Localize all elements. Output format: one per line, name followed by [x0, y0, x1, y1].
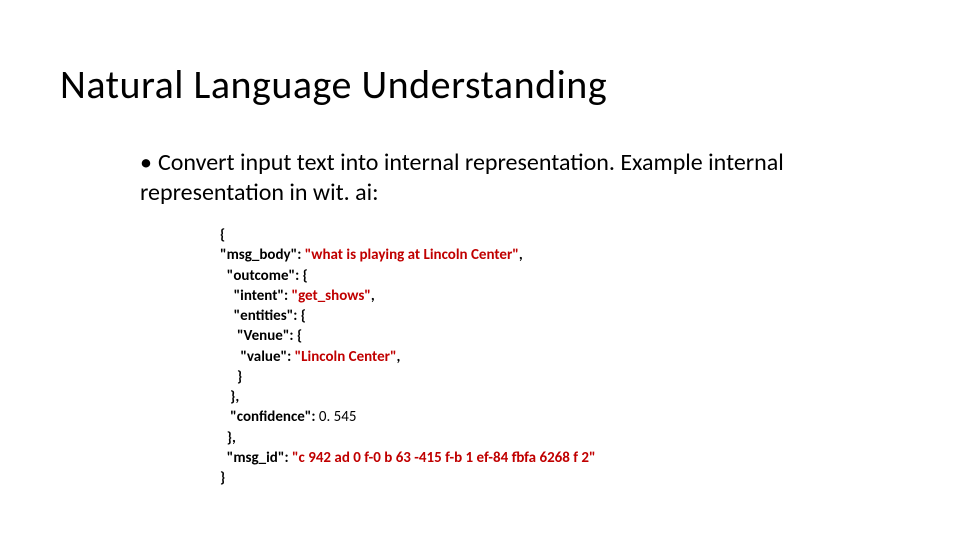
code-line: "Venue": { — [220, 327, 302, 345]
code-line: "entities": { — [220, 307, 306, 325]
code-string: "Lincoln Center" — [295, 348, 397, 366]
code-line: } — [220, 469, 225, 487]
code-string: "c 942 ad 0 f-0 b 63 -415 f-b 1 ef-84 fb… — [292, 449, 596, 467]
code-string: "what is playing at Lincoln Center" — [305, 246, 519, 264]
code-block: { "msg_body": "what is playing at Lincol… — [220, 225, 596, 488]
code-key: "confidence": — [220, 408, 319, 426]
bullet-text: Convert input text into internal represe… — [140, 148, 784, 207]
code-key: "value": — [220, 348, 295, 366]
code-key: "msg_id": — [220, 449, 292, 467]
code-number: 0. 545 — [319, 408, 357, 426]
code-punct: , — [397, 348, 401, 366]
code-line: { — [220, 226, 225, 244]
code-line: } — [220, 368, 242, 386]
code-punct: , — [519, 246, 523, 264]
code-key: "msg_body": — [220, 246, 305, 264]
code-line: }, — [220, 388, 239, 406]
code-key: "intent": — [220, 287, 292, 305]
code-string: "get_shows" — [292, 287, 371, 305]
bullet-marker: • — [140, 148, 152, 178]
slide: Natural Language Understanding •Convert … — [0, 0, 960, 540]
slide-title: Natural Language Understanding — [60, 60, 607, 109]
code-line: }, — [220, 429, 236, 447]
bullet-item: •Convert input text into internal repres… — [140, 148, 920, 208]
code-line: "outcome": { — [220, 267, 308, 285]
code-punct: , — [371, 287, 375, 305]
